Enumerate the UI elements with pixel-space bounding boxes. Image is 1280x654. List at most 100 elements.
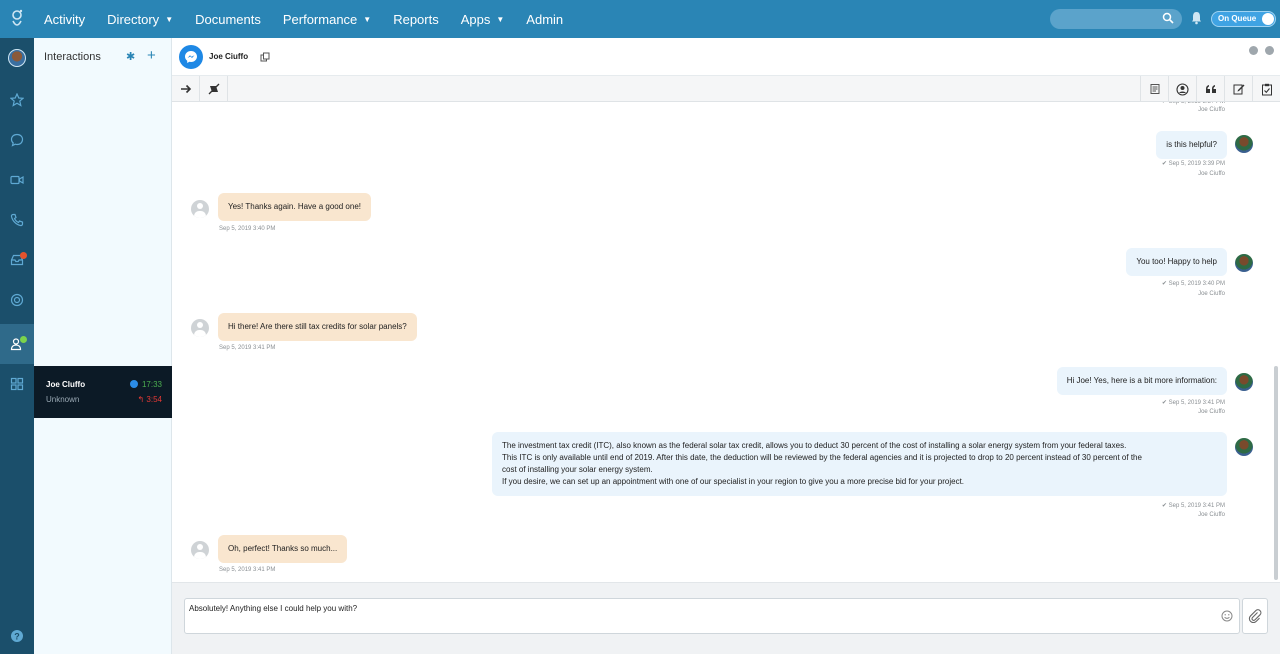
- search-icon[interactable]: [1162, 12, 1174, 27]
- outgoing-message: You too! Happy to help: [1126, 248, 1227, 276]
- user-avatar-button[interactable]: [0, 38, 34, 78]
- outgoing-message: is this helpful?: [1156, 131, 1227, 159]
- message-time: Sep 5, 2019 3:40 PM: [219, 226, 276, 232]
- add-interaction-button[interactable]: +: [147, 47, 156, 64]
- message-author: Joe Ciuffo: [1198, 171, 1225, 177]
- nav-admin[interactable]: Admin: [526, 12, 563, 27]
- bell-icon[interactable]: [1191, 11, 1202, 28]
- lifebuoy-icon[interactable]: [0, 280, 34, 320]
- chevron-down-icon: ▼: [496, 14, 505, 24]
- message-time: Sep 5, 2019 3:39 PM: [1168, 161, 1225, 167]
- help-icon[interactable]: ?: [0, 616, 34, 654]
- interaction-wait-timer-value: 3:54: [146, 395, 162, 404]
- message-time: Sep 5, 2019 3:41 PM: [219, 345, 276, 351]
- previous-icon[interactable]: [1249, 46, 1258, 55]
- message-time: Sep 5, 2019 3:40 PM: [1168, 281, 1225, 287]
- agent-status-icon[interactable]: [0, 324, 34, 364]
- nav-admin-label: Admin: [526, 11, 564, 27]
- interactions-header: Interactions ✱ +: [34, 38, 171, 76]
- chat-icon[interactable]: [0, 120, 34, 160]
- interaction-card[interactable]: Joe Cluffo Unknown 17:33 ↰ 3:54: [34, 366, 172, 418]
- inbox-icon[interactable]: [0, 240, 34, 280]
- incoming-message: Hi there! Are there still tax credits fo…: [218, 313, 417, 341]
- message-line: If you desire, we can set up an appointm…: [502, 477, 965, 486]
- interaction-wait-timer: ↰ 3:54: [137, 395, 162, 404]
- message-time: Sep 5, 2019 3:41 PM: [219, 567, 276, 573]
- script-icon[interactable]: [1140, 76, 1168, 102]
- copy-icon[interactable]: [260, 51, 270, 65]
- interaction-status: Unknown: [46, 395, 80, 404]
- nav-performance-label: Performance: [282, 11, 358, 27]
- nav-activity-label: Activity: [44, 11, 86, 27]
- avatar: [8, 49, 26, 67]
- star-icon[interactable]: [0, 80, 34, 120]
- message-time: Sep 5, 2019 3:41 PM: [1168, 503, 1225, 509]
- interaction-contact-name: Joe Cluffo: [46, 380, 86, 389]
- conversation-header: Joe Ciuffo: [172, 38, 1280, 76]
- message-line: cost of installing your solar energy sys…: [502, 465, 653, 474]
- message-time: Sep 5, 2019 3:41 PM: [1168, 400, 1225, 406]
- message-author: Joe Ciuffo: [1198, 512, 1225, 518]
- nav-documents[interactable]: Documents: [195, 12, 261, 27]
- message-text: Hi Joe! Yes, here is a bit more informat…: [1066, 376, 1217, 385]
- nav-apps[interactable]: Apps ▼: [461, 12, 505, 27]
- phone-icon[interactable]: [0, 200, 34, 240]
- agent-avatar: [1235, 373, 1253, 391]
- top-navigation-bar: Activity Directory ▼ Documents Performanc…: [0, 0, 1280, 38]
- left-rail: ?: [0, 38, 34, 654]
- messenger-icon: [179, 45, 203, 69]
- contact-icon[interactable]: [1168, 76, 1196, 102]
- agent-avatar: [1235, 438, 1253, 456]
- genesys-logo-icon[interactable]: [0, 0, 34, 38]
- chevron-down-icon: ▼: [363, 14, 372, 24]
- customer-avatar: [191, 200, 209, 218]
- message-text: Hi there! Are there still tax credits fo…: [228, 322, 407, 331]
- gear-icon[interactable]: ✱: [126, 50, 135, 63]
- scrollbar[interactable]: [1274, 366, 1278, 580]
- contact-name: Joe Ciuffo: [209, 52, 249, 61]
- search-input[interactable]: [1050, 9, 1182, 29]
- svg-text:?: ?: [14, 632, 20, 642]
- wrap-up-icon[interactable]: [1252, 76, 1280, 102]
- check-icon: ✔: [1161, 161, 1169, 167]
- messenger-icon: [130, 380, 138, 388]
- next-icon[interactable]: [1265, 46, 1274, 55]
- message-input[interactable]: Absolutely! Anything else I could help y…: [184, 598, 1240, 634]
- interaction-total-timer: 17:33: [141, 380, 162, 389]
- disconnect-button[interactable]: [200, 76, 228, 102]
- nav-activity[interactable]: Activity: [44, 12, 85, 27]
- edit-note-icon[interactable]: [1224, 76, 1252, 102]
- customer-avatar: [191, 541, 209, 559]
- video-icon[interactable]: [0, 160, 34, 200]
- dashboard-icon[interactable]: [0, 364, 34, 404]
- transfer-button[interactable]: [172, 76, 200, 102]
- message-text: Oh, perfect! Thanks so much...: [228, 544, 338, 553]
- message-author: Joe Ciuffo: [1198, 107, 1225, 113]
- nav-apps-label: Apps: [460, 11, 491, 27]
- incoming-message: Oh, perfect! Thanks so much...: [218, 535, 348, 563]
- outgoing-message: The investment tax credit (ITC), also kn…: [492, 432, 1227, 496]
- agent-avatar: [1235, 254, 1253, 272]
- message-line: The investment tax credit (ITC), also kn…: [502, 441, 1127, 450]
- paperclip-icon: [1248, 609, 1262, 623]
- compose-area: Absolutely! Anything else I could help y…: [172, 582, 1280, 654]
- nav-directory[interactable]: Directory ▼: [107, 12, 173, 27]
- chevron-down-icon: ▼: [165, 14, 174, 24]
- attach-button[interactable]: [1242, 598, 1268, 634]
- conversation-toolbar: [172, 76, 1280, 102]
- on-queue-toggle[interactable]: On Queue: [1211, 11, 1276, 27]
- message-text: You too! Happy to help: [1136, 257, 1217, 266]
- message-timestamp: ✔ Sep 5, 2019 3:41 PM: [1162, 399, 1225, 406]
- status-dot: [20, 336, 27, 343]
- message-text: Yes! Thanks again. Have a good one!: [228, 202, 361, 211]
- message-input-value: Absolutely! Anything else I could help y…: [189, 604, 358, 613]
- customer-avatar: [191, 319, 209, 337]
- check-icon: ✔: [1161, 281, 1169, 287]
- emoji-icon[interactable]: [1221, 610, 1233, 625]
- toggle-knob: [1262, 13, 1274, 25]
- notification-badge: [20, 252, 27, 259]
- nav-performance[interactable]: Performance ▼: [283, 12, 371, 27]
- quote-icon[interactable]: [1196, 76, 1224, 102]
- nav-reports[interactable]: Reports: [393, 12, 439, 27]
- message-author: Joe Ciuffo: [1198, 291, 1225, 297]
